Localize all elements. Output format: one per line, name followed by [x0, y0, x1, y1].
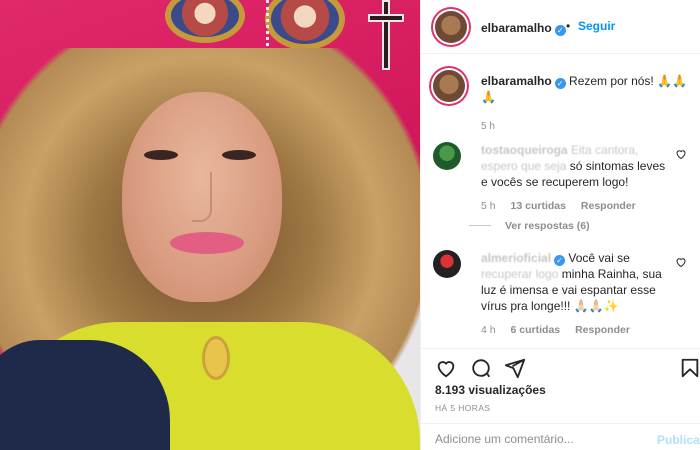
- commenter-avatar[interactable]: [433, 142, 461, 170]
- comment-likes[interactable]: 13 curtidas: [511, 200, 566, 212]
- verified-badge-icon: ✓: [554, 25, 566, 36]
- post-header: elbaramalho ✓ • Seguir: [421, 0, 700, 54]
- comment-input[interactable]: [435, 432, 635, 446]
- comment-body: almerioficial ✓ Você vai se recuperar log…: [481, 250, 671, 338]
- pendant-necklace: [202, 336, 230, 380]
- view-replies-button[interactable]: Ver respostas (6): [469, 220, 590, 232]
- comment-meta: 5 h 13 curtidas Responder: [481, 198, 671, 214]
- reply-button[interactable]: Responder: [575, 324, 630, 336]
- bookmark-icon[interactable]: [679, 357, 700, 379]
- share-icon[interactable]: [504, 357, 526, 379]
- like-comment-heart-icon[interactable]: [675, 148, 687, 160]
- caption-username[interactable]: elbaramalho: [481, 74, 552, 88]
- add-comment-bar: Publicar: [421, 423, 700, 450]
- username-link[interactable]: elbaramalho: [481, 21, 552, 35]
- verified-badge-icon: ✓: [554, 255, 566, 266]
- caption-text-block: elbaramalho ✓ Rezem por nós! 🙏🙏🙏 5 h: [481, 73, 691, 135]
- person-face: [122, 92, 282, 302]
- post-video[interactable]: [0, 0, 420, 450]
- comment-time[interactable]: 5 h: [481, 200, 496, 212]
- header-user: elbaramalho ✓: [481, 19, 566, 37]
- views-count[interactable]: 8.193 visualizações: [435, 383, 546, 397]
- reply-button[interactable]: Responder: [581, 200, 636, 212]
- avatar[interactable]: [433, 70, 465, 102]
- post-timestamp: HÁ 5 HORAS: [435, 403, 491, 413]
- heart-icon[interactable]: [435, 357, 457, 379]
- post-sidebar: elbaramalho ✓ • Seguir elbaramalho ✓ Rezem…: [420, 0, 700, 450]
- comment-username[interactable]: tostaoqueiroga: [481, 143, 568, 157]
- comment-meta: 4 h 6 curtidas Responder: [481, 322, 671, 338]
- comment-text-blurred: recuperar logo: [481, 267, 559, 281]
- publish-button[interactable]: Publicar: [657, 433, 700, 447]
- post-actions: 8.193 visualizações HÁ 5 HORAS Publicar: [421, 348, 700, 450]
- comment-icon[interactable]: [470, 357, 492, 379]
- comment-text-start: Você vai se: [568, 251, 630, 265]
- follow-button[interactable]: Seguir: [578, 19, 615, 33]
- verified-badge-icon: ✓: [554, 78, 566, 89]
- caption-time[interactable]: 5 h: [481, 119, 691, 135]
- like-comment-heart-icon[interactable]: [675, 256, 687, 268]
- comment-likes[interactable]: 6 curtidas: [511, 324, 561, 336]
- commenter-avatar[interactable]: [433, 250, 461, 278]
- separator-dot: •: [566, 19, 571, 33]
- comment-username[interactable]: almerioficial: [481, 251, 551, 265]
- comment-time[interactable]: 4 h: [481, 324, 496, 336]
- rosary-decoration: [266, 0, 269, 52]
- comment-body: tostaoqueiroga Eita cantora, espero que …: [481, 142, 671, 214]
- avatar[interactable]: [435, 11, 467, 43]
